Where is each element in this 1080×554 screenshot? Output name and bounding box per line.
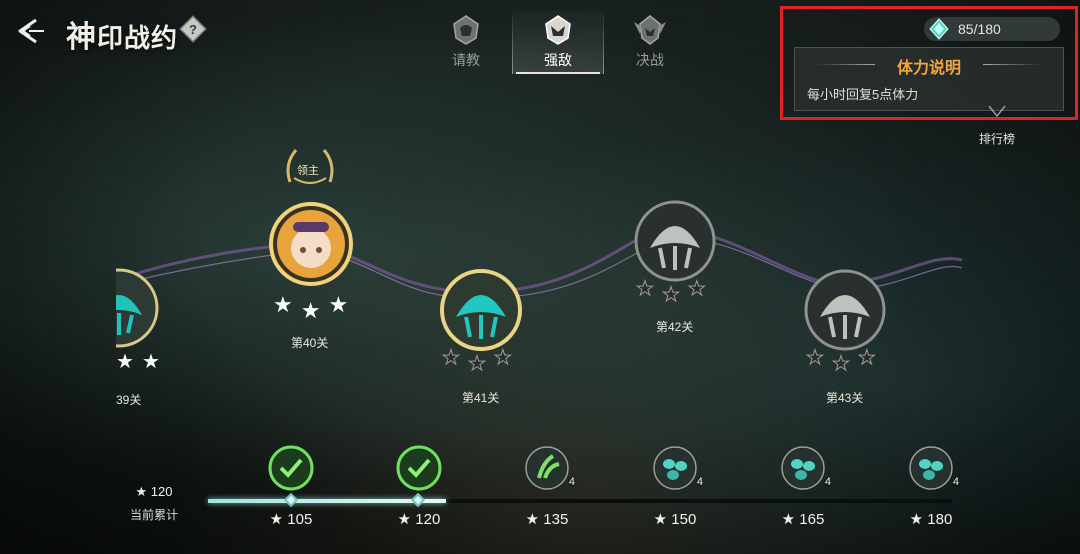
stage-node-43[interactable]: ★ ★ ★ 第43关	[800, 265, 890, 405]
boss-portrait-icon	[269, 202, 353, 286]
svg-text:?: ?	[189, 22, 197, 37]
tab-qiangdi[interactable]: 强敌	[512, 10, 604, 74]
help-icon: ?	[179, 15, 207, 43]
reward-icon[interactable]	[395, 444, 443, 492]
star-icon: ★	[273, 292, 293, 317]
star-icon: ★	[831, 353, 850, 376]
leaderboard-button[interactable]: 排行榜	[972, 86, 1022, 146]
eggs-icon	[653, 446, 697, 490]
page-title: 神印战约	[66, 21, 179, 54]
star-icon: ★	[857, 347, 876, 370]
stage-stars: ★ ★ ★	[636, 276, 707, 307]
star-icon: ★	[141, 351, 160, 373]
check-grass-icon	[396, 445, 442, 491]
current-total-value: ★ 120	[135, 484, 173, 499]
stage-stars: ★ ★	[116, 349, 160, 374]
star-icon: ★	[636, 278, 655, 301]
reward-105[interactable]: ★ 105	[256, 444, 326, 528]
star-icon: ★	[806, 347, 825, 370]
stage-node-39[interactable]: ★ ★ 39关	[116, 265, 162, 407]
star-icon: ★	[442, 347, 461, 370]
tab-juezhan-label: 决战	[636, 52, 664, 68]
reward-180[interactable]: 4 ★ 180	[896, 444, 966, 528]
star-icon: ★	[116, 351, 134, 373]
annotation-highlight-box	[780, 6, 1078, 120]
stage-stars: ★ ★ ★	[273, 292, 348, 324]
star-icon: ★	[661, 284, 680, 307]
boss-badge-label: 领主	[297, 165, 319, 177]
eggs-icon	[909, 446, 953, 490]
winged-emblem-icon	[634, 15, 666, 45]
reward-icon[interactable]: 4	[907, 444, 959, 492]
jellyfish-monster-icon	[634, 200, 716, 282]
jellyfish-monster-icon	[440, 269, 522, 351]
stage-name: 第43关	[826, 391, 864, 405]
eggs-icon	[781, 446, 825, 490]
active-tab-underline	[516, 72, 600, 74]
stage-node-42[interactable]: ★ ★ ★ 第42关	[630, 196, 720, 334]
back-button[interactable]	[12, 14, 46, 48]
tab-bar: 请教 强敌 决战	[420, 10, 696, 74]
star-icon: ★	[687, 278, 706, 301]
leaderboard-icon	[988, 105, 1006, 118]
star-progress-bar	[208, 499, 952, 503]
stage-stars: ★ ★ ★	[442, 345, 513, 376]
tab-qingjiao-label: 请教	[452, 52, 480, 68]
stage-stars: ★ ★ ★	[806, 345, 877, 376]
stage-name: 39关	[116, 393, 142, 407]
stage-name: 第40关	[291, 336, 329, 350]
reward-icon[interactable]: 4	[651, 444, 703, 492]
current-total-label: 当前累计	[129, 508, 178, 522]
stage-map: ★ ★ 39关 领主 ★ ★ ★ 第40关 ★ ★ ★ 第41关 ★ ★ ★ 第…	[116, 130, 962, 420]
star-icon: ★	[493, 347, 512, 370]
stage-node-41[interactable]: ★ ★ ★ 第41关	[436, 265, 526, 405]
current-total: ★ 120 当前累计	[128, 484, 180, 523]
stage-name: 第41关	[462, 391, 500, 405]
helmet-emblem-icon	[453, 15, 479, 45]
jellyfish-monster-icon	[804, 269, 886, 351]
star-icon: ★	[328, 292, 349, 317]
grass-icon	[525, 446, 569, 490]
reward-icon[interactable]: 4	[523, 444, 575, 492]
reward-135[interactable]: 4 ★ 135	[512, 444, 582, 528]
reward-165[interactable]: 4 ★ 165	[768, 444, 838, 528]
tab-qiangdi-label: 强敌	[544, 52, 572, 68]
jellyfish-monster-icon	[116, 268, 159, 348]
leaderboard-label: 排行榜	[978, 132, 1015, 146]
tab-juezhan[interactable]: 决战	[604, 10, 696, 74]
star-icon: ★	[300, 298, 321, 323]
reward-icon[interactable]	[267, 444, 315, 492]
reward-150[interactable]: 4 ★ 150	[640, 444, 710, 528]
star-icon: ★	[467, 353, 486, 376]
progress-marker	[410, 492, 426, 508]
reward-icon[interactable]: 4	[779, 444, 831, 492]
stage-name: 第42关	[656, 320, 694, 334]
progress-marker	[283, 492, 299, 508]
tab-qingjiao[interactable]: 请教	[420, 10, 512, 74]
horned-emblem-icon	[545, 15, 571, 45]
stage-node-40[interactable]: 领主 ★ ★ ★ 第40关	[259, 144, 355, 350]
help-button[interactable]: ?	[178, 14, 208, 44]
check-grass-icon	[268, 445, 314, 491]
back-arrow-icon	[18, 18, 44, 44]
reward-120[interactable]: ★ 120	[384, 444, 454, 528]
